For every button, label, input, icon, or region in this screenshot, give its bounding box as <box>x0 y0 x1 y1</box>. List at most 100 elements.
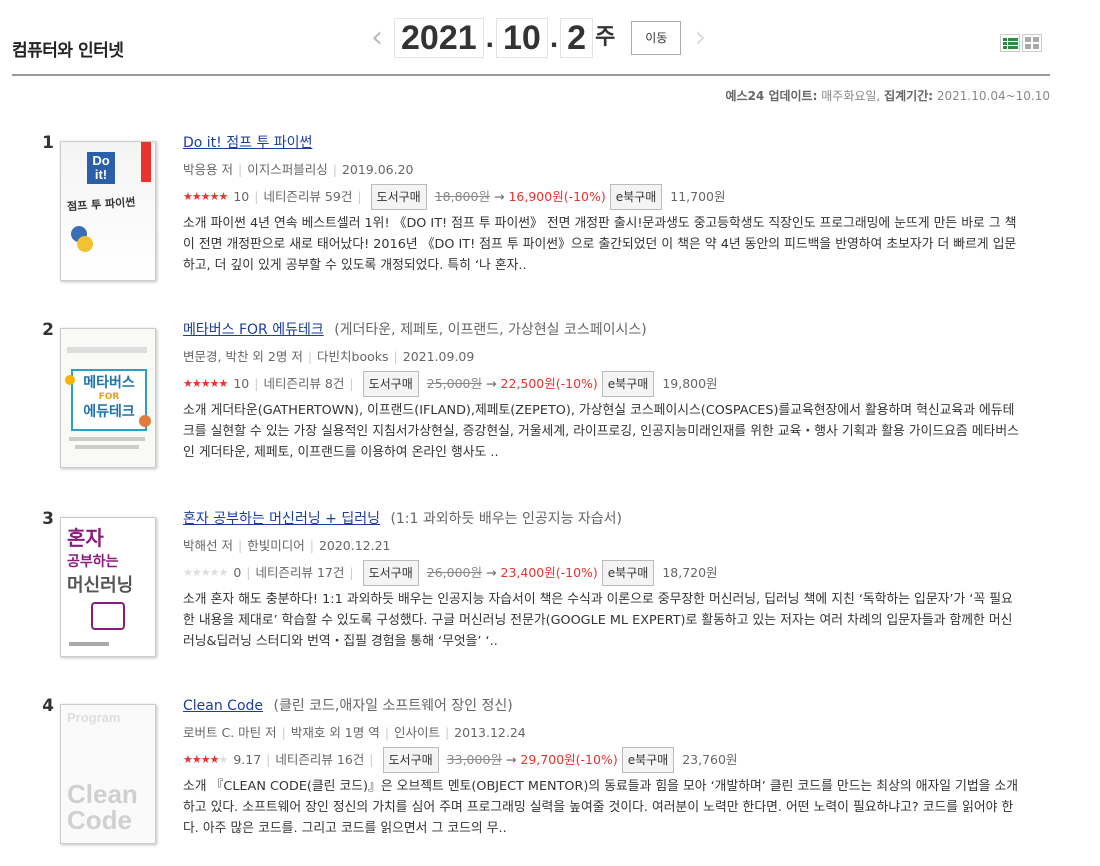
review-count[interactable]: 네티즌리뷰 17건 <box>255 562 344 584</box>
author[interactable]: 변문경, 박찬 외 2명 저 <box>183 349 303 364</box>
update-value: 매주화요일, <box>821 89 881 103</box>
buy-ebook-button[interactable]: e북구매 <box>601 560 655 586</box>
book-title-link[interactable]: 메타버스 FOR 에듀테크 <box>183 322 324 338</box>
cover-text: FOR <box>98 392 120 402</box>
view-toggle <box>1000 34 1042 52</box>
buy-ebook-button[interactable]: e북구매 <box>621 747 675 773</box>
book-meta: 변문경, 박찬 외 2명 저 | 다빈치books | 2021.09.09 <box>183 349 475 364</box>
sale-price: 23,400원(-10%) <box>500 565 598 580</box>
review-count[interactable]: 네티즌리뷰 8건 <box>263 373 344 395</box>
book-meta: 박응용 저 | 이지스퍼블리싱 | 2019.06.20 <box>183 162 414 177</box>
rating-score: 10 <box>233 376 250 391</box>
sale-price: 22,500원(-10%) <box>500 376 598 391</box>
book-title-link[interactable]: Clean Code <box>183 698 263 714</box>
week-display[interactable]: 2 <box>560 18 594 58</box>
grid-view-icon[interactable] <box>1022 34 1042 52</box>
book-item: 2 메타버스 FOR 에듀테크 메타버스 FOR 에듀테크 (게더타운, 제페토… <box>36 320 1036 470</box>
week-suffix: 주 <box>595 25 616 50</box>
author[interactable]: 로버트 C. 마틴 저 <box>183 725 277 740</box>
book-info: 메타버스 FOR 에듀테크 (게더타운, 제페토, 이프랜드, 가상현실 코스페… <box>183 320 1033 463</box>
price-arrow: → <box>493 189 505 204</box>
rating-price-line: ★★★★★ 10 | 네티즌리뷰 59건 | 도서구매 18,800원 → 16… <box>183 184 1033 210</box>
rating-stars-icon: ★★★★★ <box>183 753 228 766</box>
book-item: 3 혼자 공부하는 머신러닝 혼자 공부하는 머신러닝 + 딥러닝 (1:1 과… <box>36 509 1036 659</box>
buy-ebook-button[interactable]: e북구매 <box>609 184 663 210</box>
buy-ebook-button[interactable]: e북구매 <box>601 371 655 397</box>
cover-title: 메타버스 <box>83 375 135 391</box>
rank-number: 2 <box>42 320 54 340</box>
buy-book-button[interactable]: 도서구매 <box>362 371 419 397</box>
cover-text: Code <box>67 805 132 835</box>
cover-text: Program <box>67 710 121 725</box>
rating-price-line: ★★★★★ 9.17 | 네티즌리뷰 16건 | 도서구매 33,000원 → … <box>183 747 1033 773</box>
original-price: 25,000원 <box>426 376 483 391</box>
book-title-link[interactable]: 혼자 공부하는 머신러닝 + 딥러닝 <box>183 511 380 527</box>
month-display[interactable]: 10 <box>495 18 548 58</box>
book-description: 소개 『CLEAN CODE(클린 코드)』은 오브젝트 멘토(OBJECT M… <box>183 779 1019 836</box>
update-info: 예스24 업데이트: 매주화요일, 집계기간: 2021.10.04~10.10 <box>725 87 1050 104</box>
book-meta: 박해선 저 | 한빛미디어 | 2020.12.21 <box>183 538 391 553</box>
chart-header: 컴퓨터와 인터넷 ‹ 2021 . 10 . 2 주 이동 › <box>12 18 1050 76</box>
author[interactable]: 박해선 저 <box>183 538 233 553</box>
buy-book-button[interactable]: 도서구매 <box>362 560 419 586</box>
book-subtitle: (게더타운, 제페토, 이프랜드, 가상현실 코스페이시스) <box>334 322 647 338</box>
book-subtitle: (클린 코드,애자일 소프트웨어 장인 정신) <box>273 698 513 714</box>
period-label: 집계기간: <box>884 89 934 103</box>
list-view-icon[interactable] <box>1000 34 1020 52</box>
rating-price-line: ★★★★★ 10 | 네티즌리뷰 8건 | 도서구매 25,000원 → 22,… <box>183 371 1033 397</box>
cover-text: 머신러닝 <box>67 575 134 596</box>
price-arrow: → <box>505 752 517 767</box>
cover-text: 에듀테크 <box>83 404 135 420</box>
ebook-price: 11,700원 <box>670 189 726 204</box>
book-info: Do it! 점프 투 파이썬 박응용 저 | 이지스퍼블리싱 | 2019.06.20… <box>183 133 1033 276</box>
rating-price-line: ★★★★★ 0 | 네티즌리뷰 17건 | 도서구매 26,000원 → 23,… <box>183 560 1033 586</box>
category-title: 컴퓨터와 인터넷 <box>12 41 124 61</box>
rating-stars-icon: ★★★★★ <box>183 566 228 579</box>
publisher[interactable]: 이지스퍼블리싱 <box>247 162 328 177</box>
review-count[interactable]: 네티즌리뷰 16건 <box>275 749 364 771</box>
prev-week-arrow-icon[interactable]: ‹ <box>364 18 390 58</box>
book-info: Clean Code (클린 코드,애자일 소프트웨어 장인 정신) 로버트 C… <box>183 696 1033 839</box>
book-info: 혼자 공부하는 머신러닝 + 딥러닝 (1:1 과외하듯 배우는 인공지능 자습… <box>183 509 1033 652</box>
buy-book-button[interactable]: 도서구매 <box>370 184 427 210</box>
translator[interactable]: 박재호 외 1명 역 <box>291 725 380 740</box>
week-date: 2021 . 10 . 2 주 <box>394 18 615 58</box>
price-arrow: → <box>486 376 497 391</box>
cover-title: 혼자 <box>67 526 104 550</box>
date-dot: . <box>549 21 559 54</box>
book-cover-image[interactable]: 혼자 공부하는 머신러닝 <box>60 517 156 657</box>
rating-stars-icon: ★★★★★ <box>183 190 228 203</box>
cover-text: Do <box>92 153 110 168</box>
review-count[interactable]: 네티즌리뷰 59건 <box>263 186 352 208</box>
book-cover-image[interactable]: Do it! 점프 투 파이썬 <box>60 141 156 281</box>
book-item: 4 Program Clean Code Clean Code (클린 코드,애… <box>36 696 1036 846</box>
book-item: 1 Do it! 점프 투 파이썬 Do it! 점프 투 파이썬 박응용 저 |… <box>36 133 1036 283</box>
book-description: 소개 파이썬 4년 연속 베스트셀러 1위! 《DO IT! 점프 투 파이썬》… <box>183 216 1017 273</box>
pub-date: 2021.09.09 <box>402 349 475 364</box>
cover-title: 점프 투 파이썬 <box>66 195 136 214</box>
original-price: 33,000원 <box>446 752 502 767</box>
sale-price: 29,700원(-10%) <box>520 752 618 767</box>
buy-book-button[interactable]: 도서구매 <box>382 747 439 773</box>
publisher[interactable]: 인사이트 <box>394 725 440 740</box>
sale-price: 16,900원(-10%) <box>508 189 606 204</box>
publisher[interactable]: 다빈치books <box>317 349 388 364</box>
book-cover-image[interactable]: Program Clean Code <box>60 704 156 844</box>
pub-date: 2013.12.24 <box>454 725 526 740</box>
update-label: 예스24 업데이트: <box>725 89 818 103</box>
book-description: 소개 게더타운(GATHERTOWN), 이프랜드(IFLAND),제페토(ZE… <box>183 403 1019 460</box>
cover-title: Clean <box>67 779 138 809</box>
year-display[interactable]: 2021 <box>394 18 484 58</box>
ebook-price: 19,800원 <box>662 376 718 391</box>
book-title-link[interactable]: Do it! 점프 투 파이썬 <box>183 135 312 151</box>
rating-score: 9.17 <box>233 752 262 767</box>
cover-text: 공부하는 <box>67 554 119 570</box>
ebook-price: 18,720원 <box>662 565 718 580</box>
next-week-arrow-icon[interactable]: › <box>687 18 713 58</box>
book-cover-image[interactable]: 메타버스 FOR 에듀테크 <box>60 328 156 468</box>
publisher[interactable]: 한빛미디어 <box>247 538 305 553</box>
author[interactable]: 박응용 저 <box>183 162 233 177</box>
move-button[interactable]: 이동 <box>631 21 682 55</box>
book-description: 소개 혼자 해도 충분하다! 1:1 과외하듯 배우는 인공지능 자습서이 책은… <box>183 592 1013 649</box>
original-price: 26,000원 <box>426 565 483 580</box>
